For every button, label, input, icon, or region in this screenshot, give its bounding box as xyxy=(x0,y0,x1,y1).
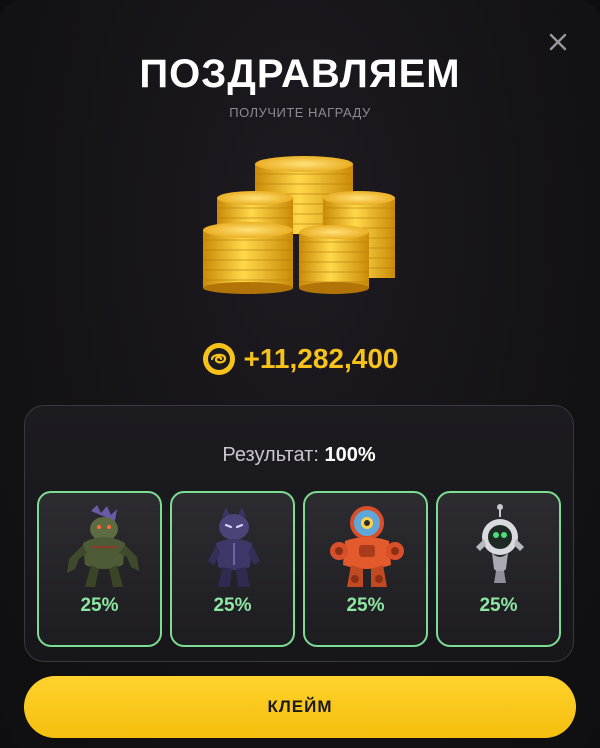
result-label: Результат: xyxy=(222,444,319,466)
reward-modal: ПОЗДРАВЛЯЕМ ПОЛУЧИТЕ НАГРАДУ +11,282,400… xyxy=(0,0,600,748)
drone-bot-icon xyxy=(476,504,524,583)
green-beast-icon xyxy=(67,505,139,587)
coin-icon xyxy=(202,343,235,375)
claim-button[interactable]: КЛЕЙМ xyxy=(24,676,576,738)
purple-panther-icon xyxy=(208,507,260,587)
result-line: Результат: 100% xyxy=(25,444,573,467)
modal-subtitle: ПОЛУЧИТЕ НАГРАДУ xyxy=(229,105,371,120)
modal-title: ПОЗДРАВЛЯЕМ xyxy=(139,52,461,96)
coin-stack-illustration xyxy=(203,156,395,294)
card-orange-robot[interactable]: 25% xyxy=(303,491,428,647)
card-percent: 25% xyxy=(479,595,518,616)
orange-robot-icon xyxy=(330,506,404,587)
close-icon[interactable] xyxy=(546,30,570,54)
card-percent: 25% xyxy=(346,595,385,616)
result-panel: Результат: 100% 25% 25% 25% 25% xyxy=(24,405,574,662)
card-percent: 25% xyxy=(213,595,252,616)
card-drone-bot[interactable]: 25% xyxy=(436,491,561,647)
reward-amount: +11,282,400 xyxy=(243,343,399,374)
card-percent: 25% xyxy=(80,595,119,616)
card-purple-panther[interactable]: 25% xyxy=(170,491,295,647)
result-value: 100% xyxy=(324,444,376,466)
reward-amount-row: +11,282,400 xyxy=(0,342,600,376)
card-green-beast[interactable]: 25% xyxy=(37,491,162,647)
reward-cards: 25% 25% 25% 25% xyxy=(37,491,561,647)
